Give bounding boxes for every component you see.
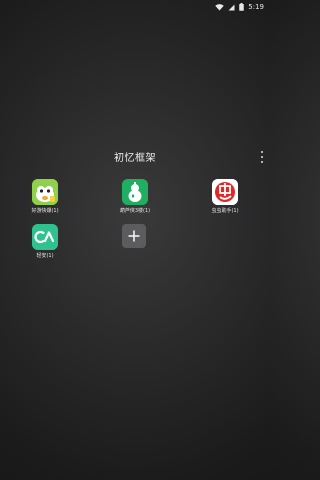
signal-icon xyxy=(228,4,235,10)
add-app-button[interactable] xyxy=(122,224,146,248)
more-dot-icon xyxy=(261,151,263,153)
haoyou-kuaibao-icon xyxy=(32,179,58,205)
folder-title: 初忆框架 xyxy=(114,153,156,164)
huluxia-icon xyxy=(122,179,148,205)
app-huluxia[interactable]: 葫芦侠3楼(1) xyxy=(105,179,165,214)
status-bar: 5:19 xyxy=(0,0,270,14)
app-haoyou-kuaibao[interactable]: 好游快爆(1) xyxy=(15,179,75,214)
qingan-icon xyxy=(32,224,58,250)
battery-icon xyxy=(239,3,245,11)
more-dot-icon xyxy=(261,161,263,163)
app-label: 轻安(1) xyxy=(36,253,54,259)
more-dot-icon xyxy=(261,156,263,158)
app-qingan[interactable]: 轻安(1) xyxy=(15,224,75,259)
wifi-icon xyxy=(215,3,225,10)
chongchong-icon xyxy=(212,179,238,205)
app-label: 虫虫助手(1) xyxy=(211,208,239,214)
plus-icon xyxy=(128,230,140,242)
app-label: 葫芦侠3楼(1) xyxy=(119,208,151,214)
more-options-button[interactable] xyxy=(258,150,266,164)
app-label: 好游快爆(1) xyxy=(31,208,59,214)
app-chongchong[interactable]: 虫虫助手(1) xyxy=(195,179,255,214)
status-time: 5:19 xyxy=(248,3,264,11)
